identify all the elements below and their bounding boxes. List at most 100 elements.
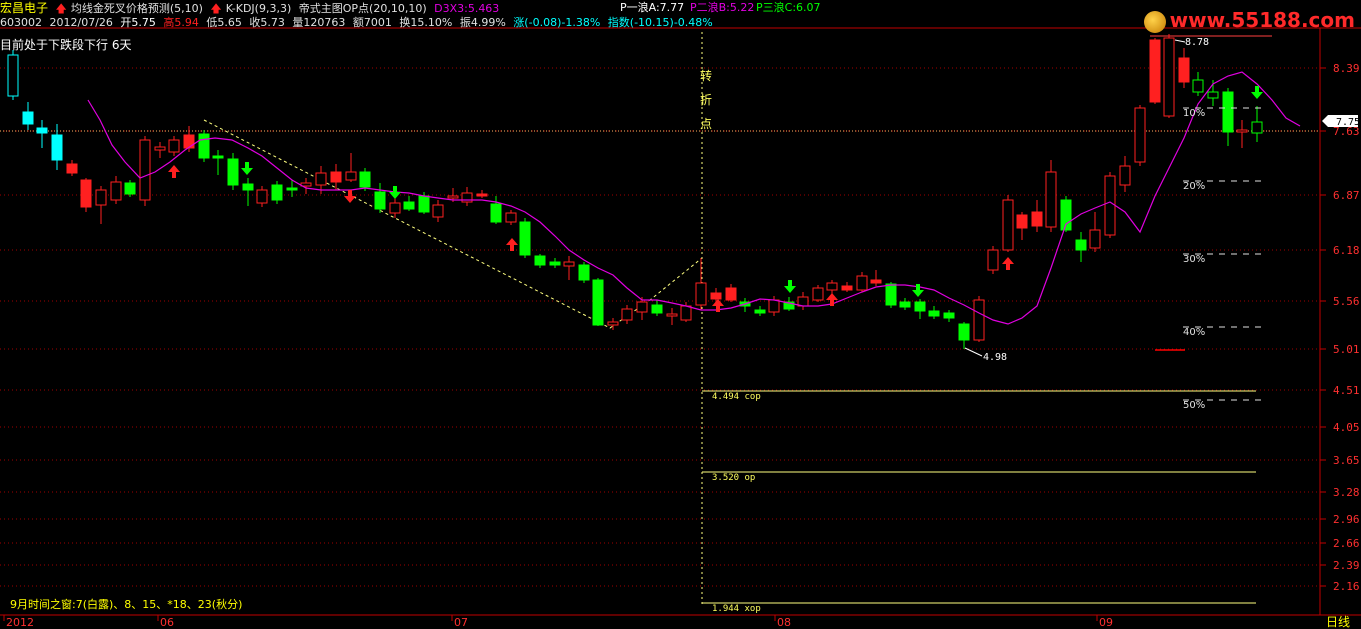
candle-body: [242, 183, 254, 191]
indicator-ma-cross[interactable]: 均线金死叉价格预测(5,10): [71, 2, 203, 15]
axis-tick-label: 8.39: [1333, 62, 1360, 75]
up-arrow-icon: [506, 238, 518, 251]
candle-body: [563, 261, 575, 267]
candle-body: [256, 189, 268, 204]
candle-body: [710, 292, 722, 300]
candle-body: [914, 301, 926, 312]
candle-body: [973, 299, 985, 341]
candle-body: [330, 171, 342, 183]
signal-arrows: [168, 86, 1263, 312]
op-line-label: 4.494 cop: [712, 392, 761, 402]
low-price: 低5.65: [206, 16, 242, 29]
candle-body: [607, 321, 619, 326]
candle-body: [1251, 121, 1263, 134]
candle-body: [227, 158, 239, 186]
candle-body: [768, 299, 780, 313]
close-price: 收5.73: [249, 16, 285, 29]
stock-name[interactable]: 宏昌电子: [0, 1, 48, 15]
turnover: 换15.10%: [399, 16, 453, 29]
candle-body: [1163, 37, 1175, 117]
candle-body: [870, 279, 882, 284]
candle-body: [1236, 129, 1248, 133]
candle-body: [286, 187, 298, 191]
indicator-kdj[interactable]: K-KDJ(9,3,3): [226, 2, 292, 15]
kline-chart[interactable]: 4.494 cop 3.520 op 1.944 xop 10% 20% 30% 40% 5…: [0, 0, 1361, 629]
amplitude: 振4.99%: [459, 16, 506, 29]
candle-body: [725, 287, 737, 301]
turn-point-text: 转 折 点: [700, 68, 712, 131]
op-line-label: 3.520 op: [712, 473, 755, 483]
candle-body: [110, 181, 122, 201]
candle-body: [7, 54, 19, 97]
candle-body: [389, 202, 401, 214]
candle-body: [943, 312, 955, 319]
op-line-label: 1.944 xop: [712, 604, 761, 614]
candle-body: [592, 279, 604, 326]
fib-label: 10%: [1183, 108, 1205, 119]
candle-body: [168, 139, 180, 153]
moving-average-line: [87, 71, 1301, 325]
candle-body: [36, 127, 48, 134]
candle-body: [505, 212, 517, 223]
candle-body: [534, 255, 546, 266]
up-arrow-icon: 🡅: [210, 2, 222, 15]
axis-tick-label: 2.96: [1333, 513, 1360, 526]
candle-body: [666, 313, 678, 317]
down-arrow-icon: [784, 280, 796, 293]
candle-body: [1149, 39, 1161, 103]
svg-text:转: 转: [700, 68, 712, 83]
period-label[interactable]: 日线: [1326, 615, 1350, 629]
candle-body: [841, 285, 853, 291]
candle-body: [418, 195, 430, 213]
candle-body: [212, 155, 224, 159]
header-row-1: 宏昌电子 🡅 均线金死叉价格预测(5,10) 🡅 K-KDJ(9,3,3) 帝式主图…: [0, 1, 821, 16]
candle-body: [1207, 91, 1219, 99]
down-arrow-icon: [241, 162, 253, 175]
fib-label: 40%: [1183, 327, 1205, 338]
chart-frame: [0, 27, 1361, 616]
candle-body: [183, 134, 195, 149]
high-price: 高5.94: [163, 16, 199, 29]
candle-body: [315, 172, 327, 186]
index-change: 指数(-10.15)-0.48%: [607, 16, 713, 29]
down-arrow-icon: [389, 186, 401, 199]
candle-body: [549, 261, 561, 266]
candle-body: [80, 179, 92, 208]
candle-body: [1192, 79, 1204, 93]
peak-label: 8.78: [1185, 37, 1209, 48]
axis-tick-label: 3.28: [1333, 486, 1360, 499]
candle-body: [1089, 229, 1101, 249]
candle-body: [124, 182, 136, 195]
axis-tick-label: 2.39: [1333, 559, 1360, 572]
candle-body: [22, 111, 34, 125]
candle-body: [374, 191, 386, 210]
time-window-note: 9月时间之窗:7(白露)、8、15、*18、23(秋分): [10, 598, 243, 611]
date-tick-label: 2012: [6, 616, 34, 629]
date-tick-label: 09: [1099, 616, 1113, 629]
op-lines: 4.494 cop 3.520 op 1.944 xop: [702, 390, 1256, 614]
up-arrow-icon: 🡅: [55, 2, 67, 15]
svg-text:点: 点: [700, 117, 712, 131]
date-tick-label: 08: [777, 616, 791, 629]
date-tick-label: 06: [160, 616, 174, 629]
axis-tick-label: 5.01: [1333, 343, 1360, 356]
axis-tick-label: 4.51: [1333, 384, 1360, 397]
candle-body: [987, 249, 999, 271]
candle-body: [1104, 175, 1116, 236]
candle-body: [403, 201, 415, 210]
indicator-op[interactable]: 帝式主图OP点(20,10,10): [299, 2, 427, 15]
candle-body: [812, 287, 824, 301]
candle-body: [695, 282, 707, 306]
candle-body: [1119, 165, 1131, 186]
open-price: 开5.75: [120, 16, 156, 29]
candle-body: [51, 134, 63, 161]
date-tick-label: 07: [454, 616, 468, 629]
candle-body: [447, 195, 459, 199]
candle-body: [271, 184, 283, 201]
watermark: www.55188.com: [1143, 8, 1355, 33]
axis-tick-label: 6.18: [1333, 244, 1360, 257]
trend-label: 目前处于下跌: [0, 38, 73, 52]
candle-body: [578, 264, 590, 281]
candle-body: [899, 301, 911, 308]
volume: 量120763: [292, 16, 346, 29]
